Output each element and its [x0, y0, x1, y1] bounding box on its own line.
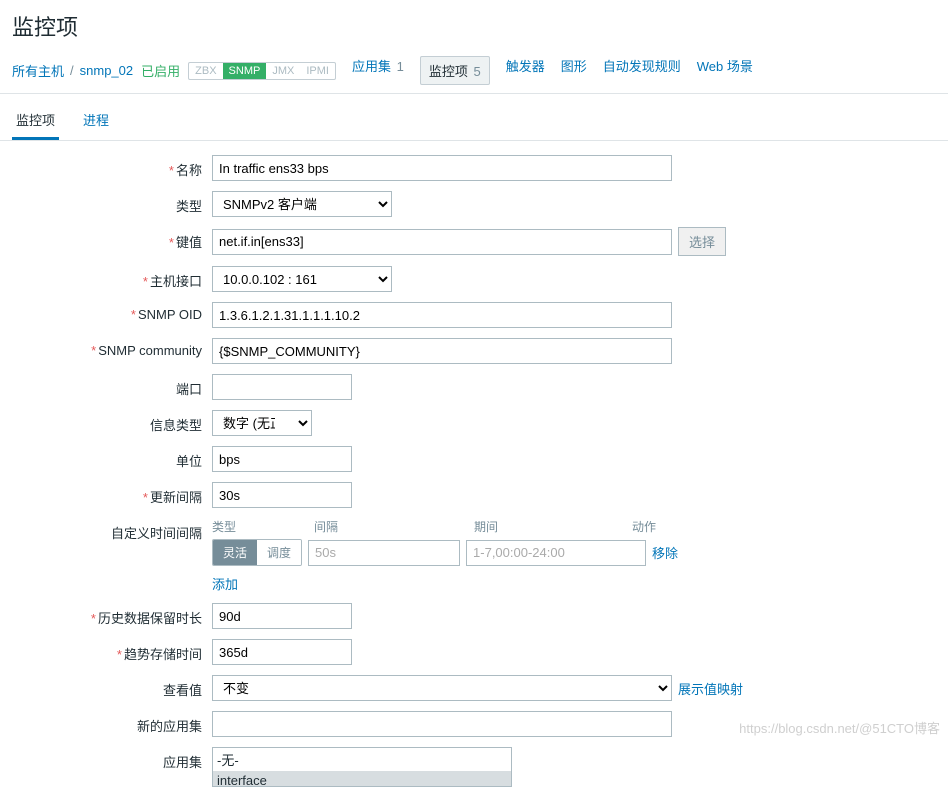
list-item[interactable]: -无-	[213, 748, 511, 771]
tag-zbx: ZBX	[189, 63, 222, 79]
select-button[interactable]: 选择	[678, 227, 726, 256]
trends-input[interactable]	[212, 639, 352, 665]
new-app-input[interactable]	[212, 711, 672, 737]
show-mapping-link[interactable]: 展示值映射	[678, 679, 743, 698]
int-head-interval: 间隔	[314, 518, 474, 535]
tag-ipmi: IPMI	[300, 63, 335, 79]
int-head-action: 动作	[632, 518, 656, 535]
key-input[interactable]	[212, 229, 672, 255]
label-custom-interval: 自定义时间间隔	[111, 526, 202, 541]
label-new-app: 新的应用集	[137, 719, 202, 734]
int-head-type: 类型	[212, 518, 314, 535]
tab-item[interactable]: 监控项	[12, 102, 59, 140]
units-input[interactable]	[212, 446, 352, 472]
breadcrumb-host[interactable]: snmp_02	[80, 63, 133, 78]
show-value-select[interactable]: 不变	[212, 675, 672, 701]
community-input[interactable]	[212, 338, 672, 364]
label-show-value: 查看值	[163, 683, 202, 698]
nav-triggers[interactable]: 触发器	[506, 56, 545, 85]
snmp-oid-input[interactable]	[212, 302, 672, 328]
label-update: 更新间隔	[150, 490, 202, 505]
info-type-select[interactable]: 数字 (无正负)	[212, 410, 312, 436]
name-input[interactable]	[212, 155, 672, 181]
nav-web[interactable]: Web 场景	[697, 56, 753, 85]
applications-listbox[interactable]: -无- interface	[212, 747, 512, 787]
label-info-type: 信息类型	[150, 418, 202, 433]
label-port: 端口	[176, 382, 202, 397]
watermark: https://blog.csdn.net/@51CTO博客	[739, 718, 940, 737]
type-select[interactable]: SNMPv2 客户端	[212, 191, 392, 217]
label-applications: 应用集	[163, 755, 202, 770]
update-input[interactable]	[212, 482, 352, 508]
page-title: 监控项	[12, 10, 936, 42]
tag-snmp: SNMP	[223, 63, 267, 79]
int-head-period: 期间	[474, 518, 632, 535]
interval-value-input[interactable]	[308, 540, 460, 566]
interval-scheduling-button[interactable]: 调度	[257, 540, 301, 565]
nav-discovery[interactable]: 自动发现规则	[603, 56, 681, 85]
interface-select[interactable]: 10.0.0.102 : 161	[212, 266, 392, 292]
tab-process[interactable]: 进程	[79, 102, 113, 140]
separator: /	[70, 63, 74, 78]
interval-add-link[interactable]: 添加	[212, 566, 238, 593]
label-units: 单位	[176, 454, 202, 469]
label-snmp-oid: SNMP OID	[138, 307, 202, 322]
interface-tags: ZBX SNMP JMX IPMI	[188, 62, 336, 80]
label-type: 类型	[176, 199, 202, 214]
tag-jmx: JMX	[266, 63, 300, 79]
enabled-status: 已启用	[141, 61, 180, 80]
interval-period-input[interactable]	[466, 540, 646, 566]
nav-applications[interactable]: 应用集 1	[352, 56, 404, 85]
label-history: 历史数据保留时长	[98, 611, 202, 626]
label-name: 名称	[176, 163, 202, 178]
port-input[interactable]	[212, 374, 352, 400]
interval-remove-link[interactable]: 移除	[652, 543, 678, 562]
nav-graphs[interactable]: 图形	[561, 56, 587, 85]
nav-items[interactable]: 监控项 5	[420, 56, 490, 85]
interval-flexible-button[interactable]: 灵活	[213, 540, 257, 565]
label-trends: 趋势存储时间	[124, 647, 202, 662]
breadcrumb-all-hosts[interactable]: 所有主机	[12, 61, 64, 80]
list-item[interactable]: interface	[213, 771, 511, 787]
breadcrumb: 所有主机 / snmp_02	[12, 61, 133, 80]
label-key: 键值	[176, 235, 202, 250]
history-input[interactable]	[212, 603, 352, 629]
label-community: SNMP community	[98, 343, 202, 358]
label-interface: 主机接口	[150, 274, 202, 289]
